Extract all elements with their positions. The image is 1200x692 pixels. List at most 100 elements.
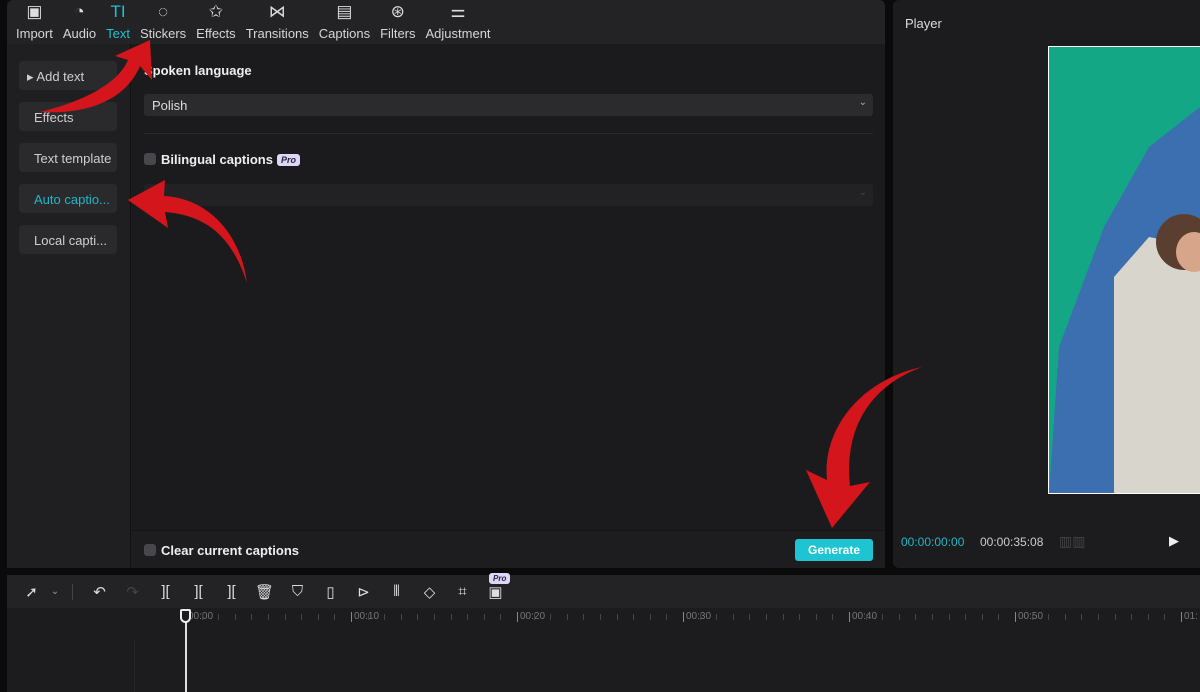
media-toolbar: ▣ Import ◔ Audio TI Text ◌ Stickers ✩ Effects ⋈ Tra… xyxy=(7,0,885,44)
text-icon: TI xyxy=(110,2,126,21)
ruler-tick xyxy=(218,614,220,620)
mirror-icon[interactable]: ⫴ xyxy=(380,583,413,600)
rotate-icon[interactable]: ◇ xyxy=(413,583,446,601)
select-cursor-icon[interactable]: ➚ xyxy=(15,583,48,601)
ruler-tick xyxy=(649,614,651,620)
marker-icon[interactable]: ⛉ xyxy=(281,583,314,600)
sidebar-item[interactable]: Auto captio... xyxy=(19,184,117,213)
ruler-tick xyxy=(434,614,435,620)
freeze-icon[interactable]: ▯ xyxy=(314,583,347,601)
spoken-language-label: Spoken language xyxy=(144,63,252,78)
tab-text[interactable]: TI Text xyxy=(101,0,135,44)
ruler-tick xyxy=(1131,614,1133,620)
transitions-icon: ⋈ xyxy=(268,2,286,21)
clear-captions-checkbox[interactable] xyxy=(144,544,156,556)
ruler-tick xyxy=(400,614,402,620)
ruler-tick xyxy=(898,614,900,620)
ruler-tick xyxy=(782,614,784,620)
ruler-tick xyxy=(566,614,568,620)
ruler-tick xyxy=(766,614,767,620)
crop-icon[interactable]: ⌗ xyxy=(446,583,479,600)
grid-icon[interactable]: ▥▥ xyxy=(1059,533,1085,550)
divider xyxy=(144,133,873,134)
tab-filters[interactable]: ⊛ Filters xyxy=(375,0,420,44)
ruler-tick xyxy=(1114,614,1116,620)
ruler-tick xyxy=(699,614,701,620)
chevron-down-icon[interactable]: ⌄ xyxy=(48,586,62,597)
tab-stickers[interactable]: ◌ Stickers xyxy=(135,0,191,44)
ruler-tick xyxy=(600,614,601,620)
track-divider xyxy=(134,640,135,692)
ruler-tick xyxy=(201,614,203,620)
ruler-label: 00:30 xyxy=(683,612,711,622)
video-preview[interactable] xyxy=(1048,46,1200,494)
timeline-toolbar: ➚ ⌄ ↶ ↷ ][ ][ ][ 🗑︎ ⛉ ▯ ⊳ ⫴ ◇ ⌗ ▣ Pro xyxy=(7,572,1200,608)
tab-import[interactable]: ▣ Import xyxy=(11,0,58,44)
ruler-tick xyxy=(1081,614,1083,620)
tab-captions[interactable]: ▤ Captions xyxy=(314,0,375,44)
ruler-tick xyxy=(616,614,618,620)
ruler-tick xyxy=(500,614,502,620)
ruler-tick xyxy=(716,614,718,620)
ruler-tick xyxy=(234,614,236,620)
captions-icon: ▤ xyxy=(336,2,353,21)
chevron-down-icon: ⌄ xyxy=(858,97,867,108)
pro-badge: Pro xyxy=(489,572,511,584)
left-panel: ▣ Import ◔ Audio TI Text ◌ Stickers ✩ Effects ⋈ Tra… xyxy=(7,0,885,568)
ruler-label: 00:50 xyxy=(1015,612,1043,622)
video-frame xyxy=(1049,107,1200,493)
ruler-tick xyxy=(832,614,834,620)
auto-reframe-icon[interactable]: ▣ Pro xyxy=(479,572,512,601)
sidebar-item[interactable]: Text template xyxy=(19,143,117,172)
generate-button[interactable]: Generate xyxy=(795,539,873,561)
ruler-tick xyxy=(1031,614,1033,620)
split-right-icon[interactable]: ][ xyxy=(215,583,248,600)
filters-icon: ⊛ xyxy=(390,2,405,21)
tab-label: Text xyxy=(106,26,130,41)
stickers-icon: ◌ xyxy=(158,2,169,21)
reverse-icon[interactable]: ⊳ xyxy=(347,583,380,601)
ruler-tick xyxy=(284,614,286,620)
playhead-handle[interactable] xyxy=(180,609,191,623)
tab-transitions[interactable]: ⋈ Transitions xyxy=(241,0,314,44)
delete-icon[interactable]: 🗑︎ xyxy=(248,583,281,601)
ruler-label: 00:40 xyxy=(849,612,877,622)
ruler-tick xyxy=(1048,614,1050,620)
ruler-tick xyxy=(450,614,452,620)
bilingual-checkbox[interactable] xyxy=(144,153,156,165)
redo-icon[interactable]: ↷ xyxy=(116,583,149,601)
ruler-tick xyxy=(948,614,950,620)
ruler-tick xyxy=(417,614,419,620)
ruler-tick xyxy=(367,614,369,620)
sidebar-item[interactable]: Local capti... xyxy=(19,225,117,254)
pro-badge: Pro xyxy=(276,154,300,166)
ruler-tick xyxy=(1098,614,1099,620)
sidebar-item[interactable]: ▸ Add text xyxy=(19,61,117,90)
ruler-tick xyxy=(749,614,751,620)
sidebar-item[interactable]: Effects xyxy=(19,102,117,131)
auto-captions-panel: Spoken language Polish ⌄ Bilingual captio… xyxy=(132,44,885,568)
play-icon[interactable]: ▶ xyxy=(1169,533,1179,549)
tab-audio[interactable]: ◔ Audio xyxy=(58,0,101,44)
bilingual-language-select[interactable]: ⌄ xyxy=(144,184,873,206)
tab-effects[interactable]: ✩ Effects xyxy=(191,0,241,44)
ruler-tick xyxy=(865,614,867,620)
adjustment-icon: ⚌ xyxy=(450,2,466,21)
bilingual-text: Bilingual captions xyxy=(161,152,273,167)
spoken-language-select[interactable]: Polish ⌄ xyxy=(144,94,873,116)
player-title: Player xyxy=(905,16,942,31)
undo-icon[interactable]: ↶ xyxy=(83,583,116,601)
split-left-icon[interactable]: ][ xyxy=(182,583,215,600)
selected-language: Polish xyxy=(152,98,188,113)
tab-label: Filters xyxy=(380,26,416,41)
tab-adjustment[interactable]: ⚌ Adjustment xyxy=(421,0,496,44)
ruler-tick xyxy=(981,614,983,620)
text-sidebar: ▸ Add text Effects Text template Auto capti… xyxy=(7,44,131,568)
tab-label: Stickers xyxy=(139,26,187,41)
divider xyxy=(72,583,73,600)
clear-captions-label: Clear current captions xyxy=(161,543,299,558)
ruler-tick xyxy=(550,614,552,620)
split-icon[interactable]: ][ xyxy=(149,583,182,600)
ruler-tick xyxy=(1164,614,1166,620)
tab-label: Captions xyxy=(318,26,371,41)
